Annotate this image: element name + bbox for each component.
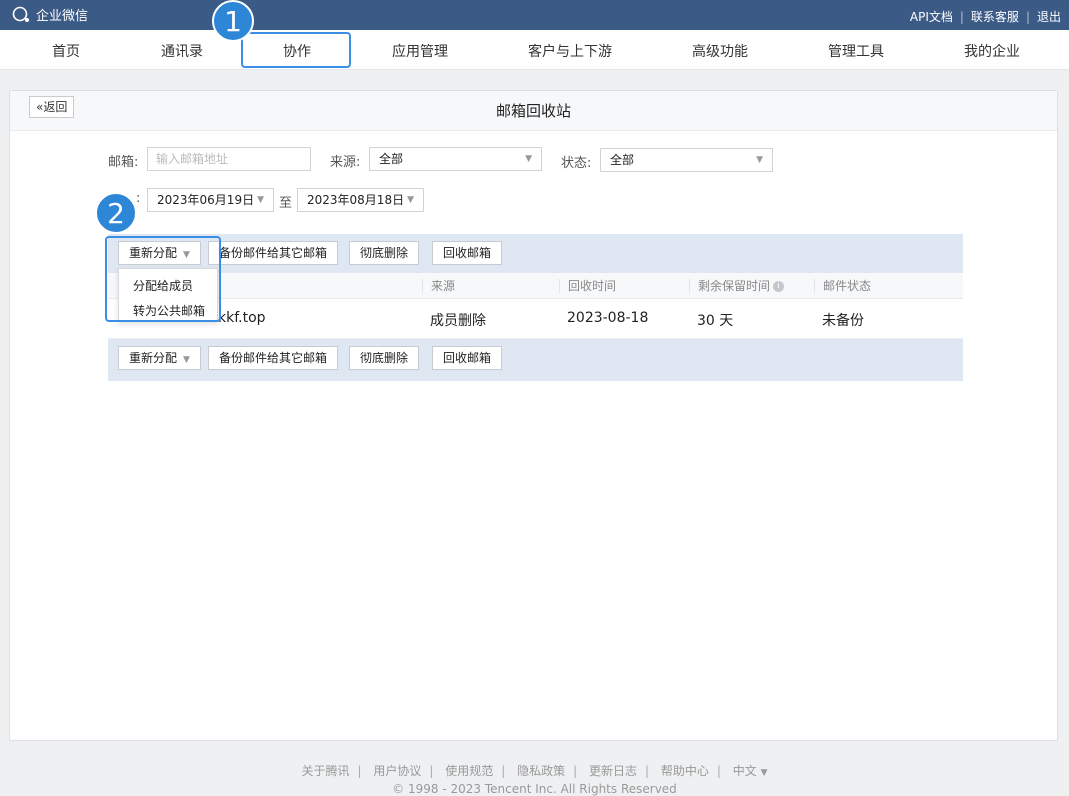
chevron-down-icon: ▼ [257,195,264,205]
chevron-down-icon: ▼ [407,195,414,205]
logout-link[interactable]: 退出 [1037,8,1061,25]
info-icon[interactable]: i [773,281,785,292]
step-marker-1: 1 [212,0,254,42]
row-source: 成员删除 [430,313,486,329]
recycle-mailbox-button[interactable]: 回收邮箱 [432,241,503,265]
footer-terms[interactable]: 用户协议 [373,764,421,778]
action-toolbar-bottom: 重新分配 ▼ 备份邮件给其它邮箱 彻底删除 回收邮箱 [108,339,963,381]
panel-header: «返回 邮箱回收站 [10,91,1057,131]
app-name: 企业微信 [36,9,89,24]
permanent-delete-button[interactable]: 彻底删除 [349,241,420,265]
source-label: 来源: [330,155,361,170]
separator: | [1025,9,1030,24]
separator: | [357,764,362,778]
backup-button[interactable]: 备份邮件给其它邮箱 [208,241,339,265]
separator: | [645,764,650,778]
nav-management-tools[interactable]: 管理工具 [828,41,884,61]
separator: | [716,764,721,778]
source-select[interactable]: 全部 ▼ [369,147,542,171]
step-marker-2: 2 [95,192,137,234]
col-source: 来源 [422,279,455,293]
footer-language-label: 中文 [732,764,757,778]
chevron-down-icon: ▼ [760,768,768,778]
footer-links: 关于腾讯 | 用户协议 | 使用规范 | 隐私政策 | 更新日志 | 帮助中心 | 中文 ▼ [0,762,1069,779]
recycle-mailbox-button-bottom[interactable]: 回收邮箱 [432,346,503,370]
api-docs-link[interactable]: API文档 [910,8,953,25]
footer-changelog[interactable]: 更新日志 [589,764,637,778]
recycle-bin-panel: «返回 邮箱回收站 邮箱: 输入邮箱地址 来源: 全部 ▼ 状态: 全部 ▼ :… [9,90,1058,741]
footer-about[interactable]: 关于腾讯 [301,764,349,778]
date-from-value: 2023年06月19日 [157,193,255,207]
col-recycle-time: 回收时间 [559,279,616,293]
separator: | [429,764,434,778]
date-to-value: 2023年08月18日 [307,193,405,207]
row-email: kkf.top [218,310,266,326]
copyright: © 1998 - 2023 Tencent Inc. All Rights Re… [392,782,677,796]
row-status: 未备份 [822,313,864,329]
wecom-logo-icon [12,6,29,22]
source-select-value: 全部 [379,152,404,166]
email-label: 邮箱: [108,155,139,170]
separator: | [959,9,964,24]
date-to-select[interactable]: 2023年08月18日 ▼ [297,188,424,212]
nav-customers[interactable]: 客户与上下游 [528,41,612,61]
main-nav: 首页 通讯录 协作 应用管理 客户与上下游 高级功能 管理工具 我的企业 [0,30,1069,70]
separator: | [573,764,578,778]
nav-home[interactable]: 首页 [52,41,80,61]
reassign-label: 重新分配 [129,351,178,365]
footer-rules[interactable]: 使用规范 [445,764,493,778]
top-bar: 企业微信 API文档 | 联系客服 | 退出 [0,0,1069,30]
nav-highlight-box [241,32,351,68]
nav-contacts[interactable]: 通讯录 [161,41,203,61]
nav-app-management[interactable]: 应用管理 [392,41,448,61]
date-from-select[interactable]: 2023年06月19日 ▼ [147,188,274,212]
backup-button-bottom[interactable]: 备份邮件给其它邮箱 [208,346,339,370]
row-retention: 30 天 [697,313,734,329]
col-retention: 剩余保留时间 i [689,279,785,293]
col-retention-label: 剩余保留时间 [698,279,771,293]
page-title: 邮箱回收站 [495,102,571,120]
row-recycle-time: 2023-08-18 [567,310,649,326]
date-label: : [136,191,141,206]
status-select-value: 全部 [610,153,635,167]
table-header: 来源 回收时间 剩余保留时间 i 邮件状态 [108,273,963,299]
reassign-button-bottom[interactable]: 重新分配 ▼ [118,346,201,370]
action-toolbar-top: 重新分配 ▼ 备份邮件给其它邮箱 彻底删除 回收邮箱 [108,234,963,276]
top-links: API文档 | 联系客服 | 退出 [910,8,1061,25]
chevron-down-icon: ▼ [525,154,532,164]
support-link[interactable]: 联系客服 [971,8,1019,25]
nav-advanced[interactable]: 高级功能 [692,41,748,61]
date-range-separator: 至 [279,196,293,211]
col-mail-status: 邮件状态 [814,279,871,293]
separator: | [501,764,506,778]
nav-my-company[interactable]: 我的企业 [964,41,1020,61]
status-select[interactable]: 全部 ▼ [600,148,773,172]
email-search-input[interactable]: 输入邮箱地址 [147,147,311,171]
chevron-down-icon: ▼ [183,355,190,365]
app-logo[interactable]: 企业微信 [12,5,88,24]
footer-language[interactable]: 中文 ▼ [733,764,768,778]
permanent-delete-button-bottom[interactable]: 彻底删除 [349,346,420,370]
table-row[interactable]: kkf.top 成员删除 2023-08-18 30 天 未备份 [108,299,963,339]
footer-privacy[interactable]: 隐私政策 [517,764,565,778]
chevron-down-icon: ▼ [756,155,763,165]
footer-help[interactable]: 帮助中心 [661,764,709,778]
dropdown-highlight-box [105,236,221,322]
status-label: 状态: [561,156,592,171]
